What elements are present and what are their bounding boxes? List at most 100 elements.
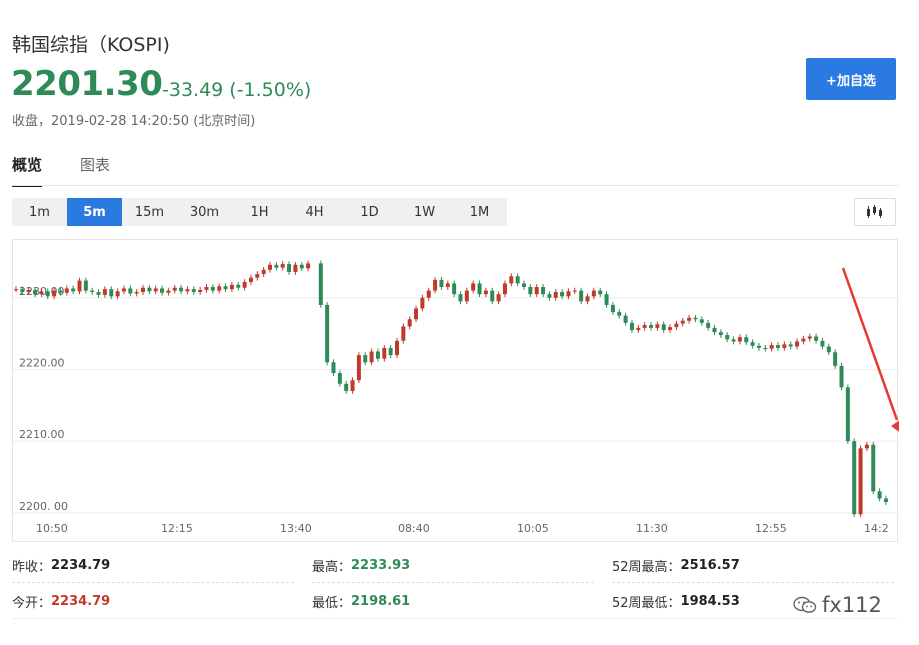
interval-30m[interactable]: 30m [177, 198, 232, 226]
add-watchlist-button[interactable]: +加自选 [806, 58, 896, 100]
candle-body [318, 263, 323, 305]
candle-body [826, 346, 831, 353]
chart-type-button[interactable] [854, 198, 896, 226]
candle-body [642, 325, 647, 328]
candle-body [280, 264, 285, 268]
candle-body [229, 284, 234, 290]
candle-body [204, 287, 209, 290]
interval-5m[interactable]: 5m [67, 198, 122, 226]
candle-body [236, 284, 241, 288]
candle-body [344, 383, 349, 391]
interval-1m[interactable]: 1m [12, 198, 67, 226]
candle-body [141, 287, 145, 293]
candle-body [725, 335, 730, 340]
candle-body [14, 289, 18, 291]
x-tick-label: 12:15 [161, 522, 193, 535]
candle-body [515, 276, 520, 284]
candle-body [128, 288, 133, 294]
candle-body [566, 291, 571, 297]
candle-body [458, 294, 463, 302]
candle-body [706, 322, 711, 328]
candle-body [820, 340, 825, 347]
candle-body [604, 294, 609, 305]
candle-body [356, 355, 361, 381]
candle-body [274, 264, 279, 268]
candle-body [407, 319, 412, 327]
candle-body [306, 263, 311, 269]
interval-1h[interactable]: 1H [232, 198, 287, 226]
candle-body [382, 347, 387, 359]
candle-body [58, 290, 63, 293]
candle-body [712, 327, 717, 333]
candle-body [528, 287, 533, 295]
stat-label: 昨收： [12, 559, 52, 575]
candle-body [401, 326, 406, 341]
candle-body [864, 444, 869, 449]
candle-body [191, 289, 196, 293]
candle-body [877, 491, 882, 499]
annotation-arrow [841, 267, 899, 421]
candle-body [337, 373, 342, 384]
candle-body [629, 322, 634, 331]
x-tick-label: 14:2 [864, 522, 889, 535]
candle-body [680, 320, 685, 324]
interval-15m[interactable]: 15m [122, 198, 177, 226]
divider [312, 582, 594, 583]
x-tick-label: 10:05 [517, 522, 549, 535]
tab-chart[interactable]: 图表 [80, 154, 110, 187]
candle-body [852, 441, 857, 515]
candle-body [160, 288, 165, 293]
candle-body [509, 276, 514, 284]
candle-body [388, 347, 393, 356]
stat-high: 最高： 2233.93 [312, 550, 410, 580]
watermark-text: fx112 [822, 593, 882, 617]
candle-body [668, 327, 673, 331]
stat-value: 2516.57 [680, 557, 740, 573]
candle-body [541, 287, 546, 295]
candle-body [477, 283, 482, 295]
candle-body [693, 317, 698, 320]
candle-body [750, 342, 755, 346]
candle-body [64, 288, 69, 293]
stat-52w-high: 52周最高： 2516.57 [612, 550, 740, 580]
candle-body [769, 345, 774, 349]
candle-body [268, 264, 272, 270]
stat-value: 1984.53 [680, 593, 740, 609]
interval-1mo[interactable]: 1M [452, 198, 507, 226]
candle-body [623, 315, 628, 323]
candle-body [579, 290, 584, 302]
tab-divider [12, 185, 898, 186]
candlestick-icon [867, 205, 882, 218]
candle-body [433, 279, 438, 291]
divider [612, 582, 894, 583]
candle-body [814, 336, 819, 341]
candle-body [185, 289, 190, 292]
interval-4h[interactable]: 4H [287, 198, 342, 226]
candle-body [115, 291, 120, 297]
candle-body [687, 317, 692, 321]
candle-body [598, 290, 603, 295]
candlestick-chart: 2200. 002210.002220.002230.0010:5012:151… [13, 260, 899, 535]
tab-overview[interactable]: 概览 [12, 154, 43, 187]
candle-body [52, 290, 57, 297]
candle-body [744, 337, 749, 343]
price-chart[interactable]: 2200. 002210.002220.002230.0010:5012:151… [12, 239, 899, 542]
candle-body [560, 292, 565, 297]
candle-body [166, 290, 171, 293]
interval-selector: 1m 5m 15m 30m 1H 4H 1D 1W 1M [12, 198, 507, 226]
candle-body [369, 351, 374, 363]
candle-body [420, 297, 425, 309]
candle-body [496, 294, 501, 302]
interval-1d[interactable]: 1D [342, 198, 397, 226]
interval-1w[interactable]: 1W [397, 198, 452, 226]
candle-body [649, 325, 653, 328]
stat-label: 最高： [312, 559, 352, 575]
x-tick-label: 08:40 [398, 522, 430, 535]
candle-body [483, 290, 488, 295]
stat-value: 2234.79 [51, 557, 111, 573]
candle-body [763, 347, 768, 349]
current-price: 2201.30 [11, 64, 163, 104]
x-tick-label: 12:55 [755, 522, 787, 535]
candle-body [445, 283, 450, 288]
candle-body [782, 344, 787, 348]
